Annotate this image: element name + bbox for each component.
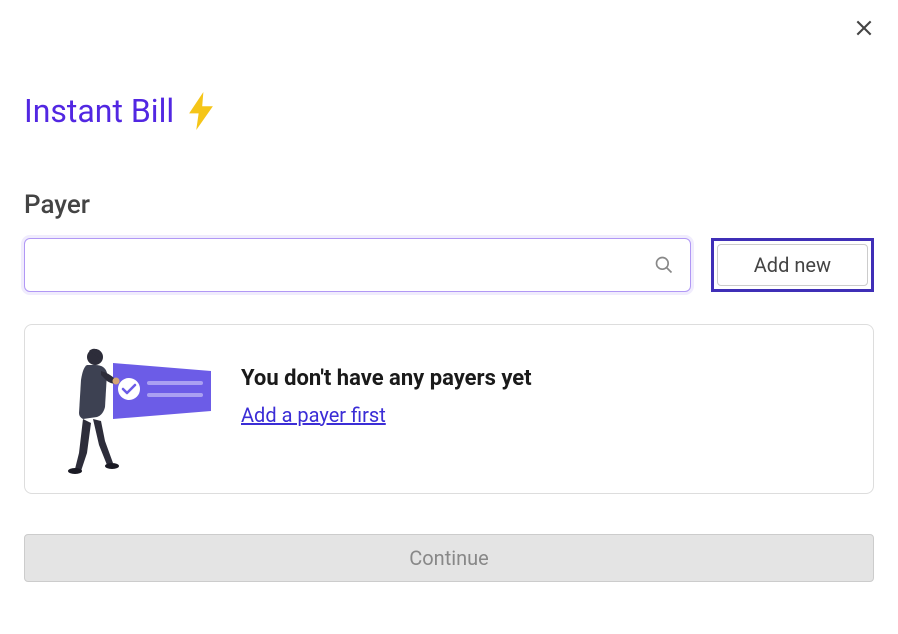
page-title: Instant Bill <box>24 92 874 130</box>
continue-button[interactable]: Continue <box>24 534 874 582</box>
empty-state-title: You don't have any payers yet <box>241 366 532 391</box>
add-payer-link[interactable]: Add a payer first <box>241 403 532 427</box>
payer-search-row: Add new <box>24 238 874 292</box>
add-new-highlight: Add new <box>711 238 874 292</box>
close-button[interactable] <box>850 16 878 44</box>
payer-search-input[interactable] <box>41 255 642 276</box>
payer-search-wrapper <box>24 238 691 292</box>
empty-state-text: You don't have any payers yet Add a paye… <box>241 366 532 427</box>
payer-label: Payer <box>24 190 874 220</box>
empty-state-card: You don't have any payers yet Add a paye… <box>24 324 874 494</box>
add-new-button[interactable]: Add new <box>717 244 868 286</box>
search-icon <box>654 255 674 275</box>
page-title-text: Instant Bill <box>24 92 174 130</box>
close-icon <box>854 18 874 42</box>
lightning-icon <box>186 92 216 130</box>
empty-state-illustration <box>53 345 213 475</box>
